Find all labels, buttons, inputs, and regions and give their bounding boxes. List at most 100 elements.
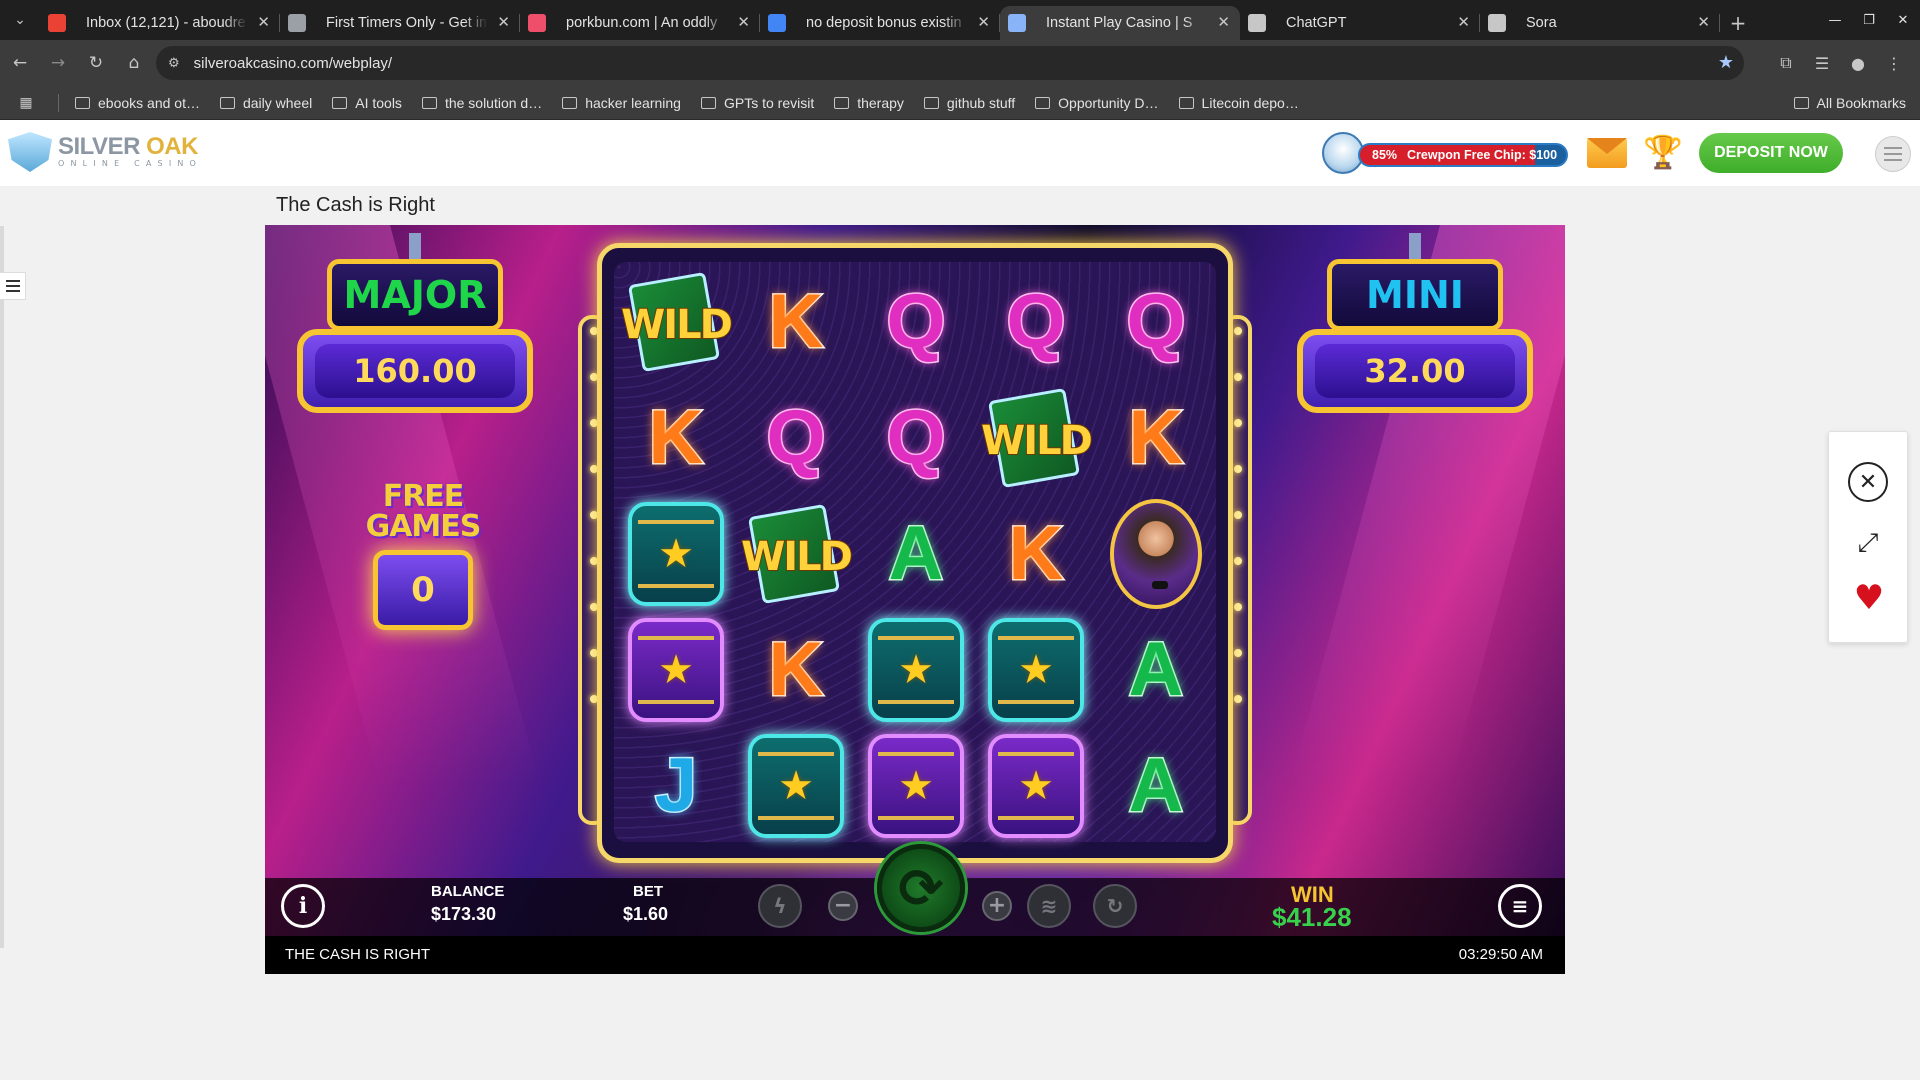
free-games-label-2: GAMES [365,509,482,544]
bookmark-folder[interactable]: therapy [824,90,914,116]
game-menu-icon[interactable]: ≡ [1498,884,1542,928]
bet-increase-button[interactable]: + [982,891,1012,921]
sidebar-toggle-icon[interactable] [0,272,26,300]
browser-toolbar: ← → ↻ ⌂ ⚙ silveroakcasino.com/webplay/ ★… [0,40,1920,86]
bookmark-folder[interactable]: daily wheel [210,90,322,116]
star-barrel-icon: ★ [988,618,1084,722]
letter-symbol: J [653,743,698,828]
tab-close-icon[interactable]: ✕ [257,13,270,31]
bookmark-folder[interactable]: hacker learning [552,90,691,116]
tab-close-icon[interactable]: ✕ [1217,13,1230,31]
fullscreen-icon[interactable]: ⤢ [1853,528,1883,558]
all-bookmarks-label: All Bookmarks [1816,95,1906,111]
reel-cell: K [976,494,1096,614]
free-games-count: 0 [373,550,473,630]
tab-title: Instant Play Casino | S [1046,15,1193,31]
folder-icon [923,96,939,109]
close-game-icon[interactable]: ✕ [1848,462,1888,502]
browser-tab[interactable]: no deposit bonus existin ✕ [760,6,1000,40]
browser-tab[interactable]: Sora ✕ [1480,6,1720,40]
browser-tab[interactable]: porkbun.com | An oddly ✕ [520,6,760,40]
silver-oak-logo[interactable]: SILVER OAK ONLINE CASINO [8,132,202,172]
extensions-icon[interactable]: ⧉ [1768,45,1804,81]
bet-stack-icon[interactable]: ≋ [1027,884,1071,928]
profile-avatar-icon[interactable]: ● [1840,45,1876,81]
autoplay-icon[interactable]: ↻ [1093,884,1137,928]
tab-title: First Timers Only - Get im [326,15,488,31]
restore-icon[interactable]: ❐ [1852,0,1886,40]
address-bar[interactable]: ⚙ silveroakcasino.com/webplay/ ★ [156,46,1744,80]
bookmark-label: therapy [857,94,904,111]
home-icon[interactable]: ⌂ [116,45,152,81]
rail-light [1234,465,1242,473]
reel-cell: Q [856,262,976,382]
browser-tabbar: ⌄ Inbox (12,121) - aboudre ✕ First Timers … [0,0,1920,40]
trophy-icon[interactable]: 🏆 [1643,132,1683,172]
wild-symbol-text: WILD [620,301,734,349]
reload-icon[interactable]: ↻ [78,45,114,81]
bookmark-label: hacker learning [585,94,681,111]
rail-light [1234,603,1242,611]
win-value: $41.28 [1272,902,1352,932]
left-rail [0,226,4,948]
tab-search-chevron-icon[interactable]: ⌄ [0,0,40,40]
reel-cell: WILD [976,378,1096,498]
rail-light [1234,419,1242,427]
tab-close-icon[interactable]: ✕ [977,13,990,31]
reel-cell: K [616,378,736,498]
info-button[interactable]: i [281,884,325,928]
reel-cell: Q [856,378,976,498]
apps-grid-icon[interactable]: ▦ [0,94,52,111]
tab-close-icon[interactable]: ✕ [497,13,510,31]
jackpot-mini: MINI 32.00 [1297,233,1533,413]
bookmark-folder[interactable]: github stuff [914,90,1025,116]
browser-tab[interactable]: ChatGPT ✕ [1240,6,1480,40]
back-icon[interactable]: ← [2,45,38,81]
site-info-icon[interactable]: ⚙ [168,55,180,71]
forward-icon[interactable]: → [40,45,76,81]
new-tab-button[interactable]: + [1720,6,1756,40]
reel-cell: A [1096,610,1216,730]
browser-tab[interactable]: First Timers Only - Get im ✕ [280,6,520,40]
media-control-icon[interactable]: ☰ [1804,45,1840,81]
site-menu-icon[interactable] [1875,136,1911,172]
bookmark-star-icon[interactable]: ★ [1718,52,1734,73]
browser-tab[interactable]: Instant Play Casino | S ✕ [1000,6,1240,40]
star-barrel-icon: ★ [988,734,1084,838]
mail-icon[interactable] [1587,138,1627,168]
more-menu-icon[interactable]: ⋮ [1876,45,1912,81]
browser-tab[interactable]: Inbox (12,121) - aboudre ✕ [40,6,280,40]
bookmark-folder[interactable]: Opportunity D… [1025,90,1168,116]
bookmark-folder[interactable]: Litecoin depo… [1169,90,1309,116]
tab-close-icon[interactable]: ✕ [1457,13,1470,31]
turbo-lightning-icon[interactable]: ϟ [758,884,802,928]
reel-cell: K [736,262,856,382]
close-window-icon[interactable]: ✕ [1886,0,1920,40]
bet-decrease-button[interactable]: − [828,891,858,921]
deposit-now-button[interactable]: DEPOSIT NOW [1699,133,1843,173]
letter-symbol: Q [885,395,947,480]
slot-game-canvas[interactable]: MAJOR 160.00 MINI 32.00 FREE GAMES 0 WIL… [265,225,1565,974]
game-clock: 03:29:50 AM [1458,946,1543,963]
tab-close-icon[interactable]: ✕ [737,13,750,31]
spin-button[interactable]: ⟳ [877,844,965,932]
bookmark-folder[interactable]: the solution d… [412,90,552,116]
tab-title: Inbox (12,121) - aboudre [86,15,246,31]
bookmark-folder[interactable]: GPTs to revisit [691,90,824,116]
bookmarks-divider [58,93,59,112]
minimize-icon[interactable]: — [1818,0,1852,40]
all-bookmarks-button[interactable]: All Bookmarks [1793,90,1906,116]
tab-favicon-icon [1248,14,1266,32]
promo-percent: 85% [1372,148,1398,162]
tab-title: porkbun.com | An oddly [566,15,718,31]
tab-close-icon[interactable]: ✕ [1697,13,1710,31]
reel-grid: WILD K Q Q Q K Q Q WILD K ★ WILD A K ★ K ★ ★ A J ★ ★ ★ A [614,262,1216,842]
rail-light [1234,373,1242,381]
promo-banner[interactable]: 85% Crewpon Free Chip: $100 [1322,132,1568,174]
page-body: The Cash is Right MAJOR 160.00 MINI 32.0… [0,186,1920,1080]
bookmark-folder[interactable]: ebooks and ot… [65,90,210,116]
favorite-heart-icon[interactable]: ♥ [1849,578,1889,618]
bookmark-folder[interactable]: AI tools [322,90,412,116]
folder-icon [834,96,850,109]
bet-label: BET [633,883,663,900]
